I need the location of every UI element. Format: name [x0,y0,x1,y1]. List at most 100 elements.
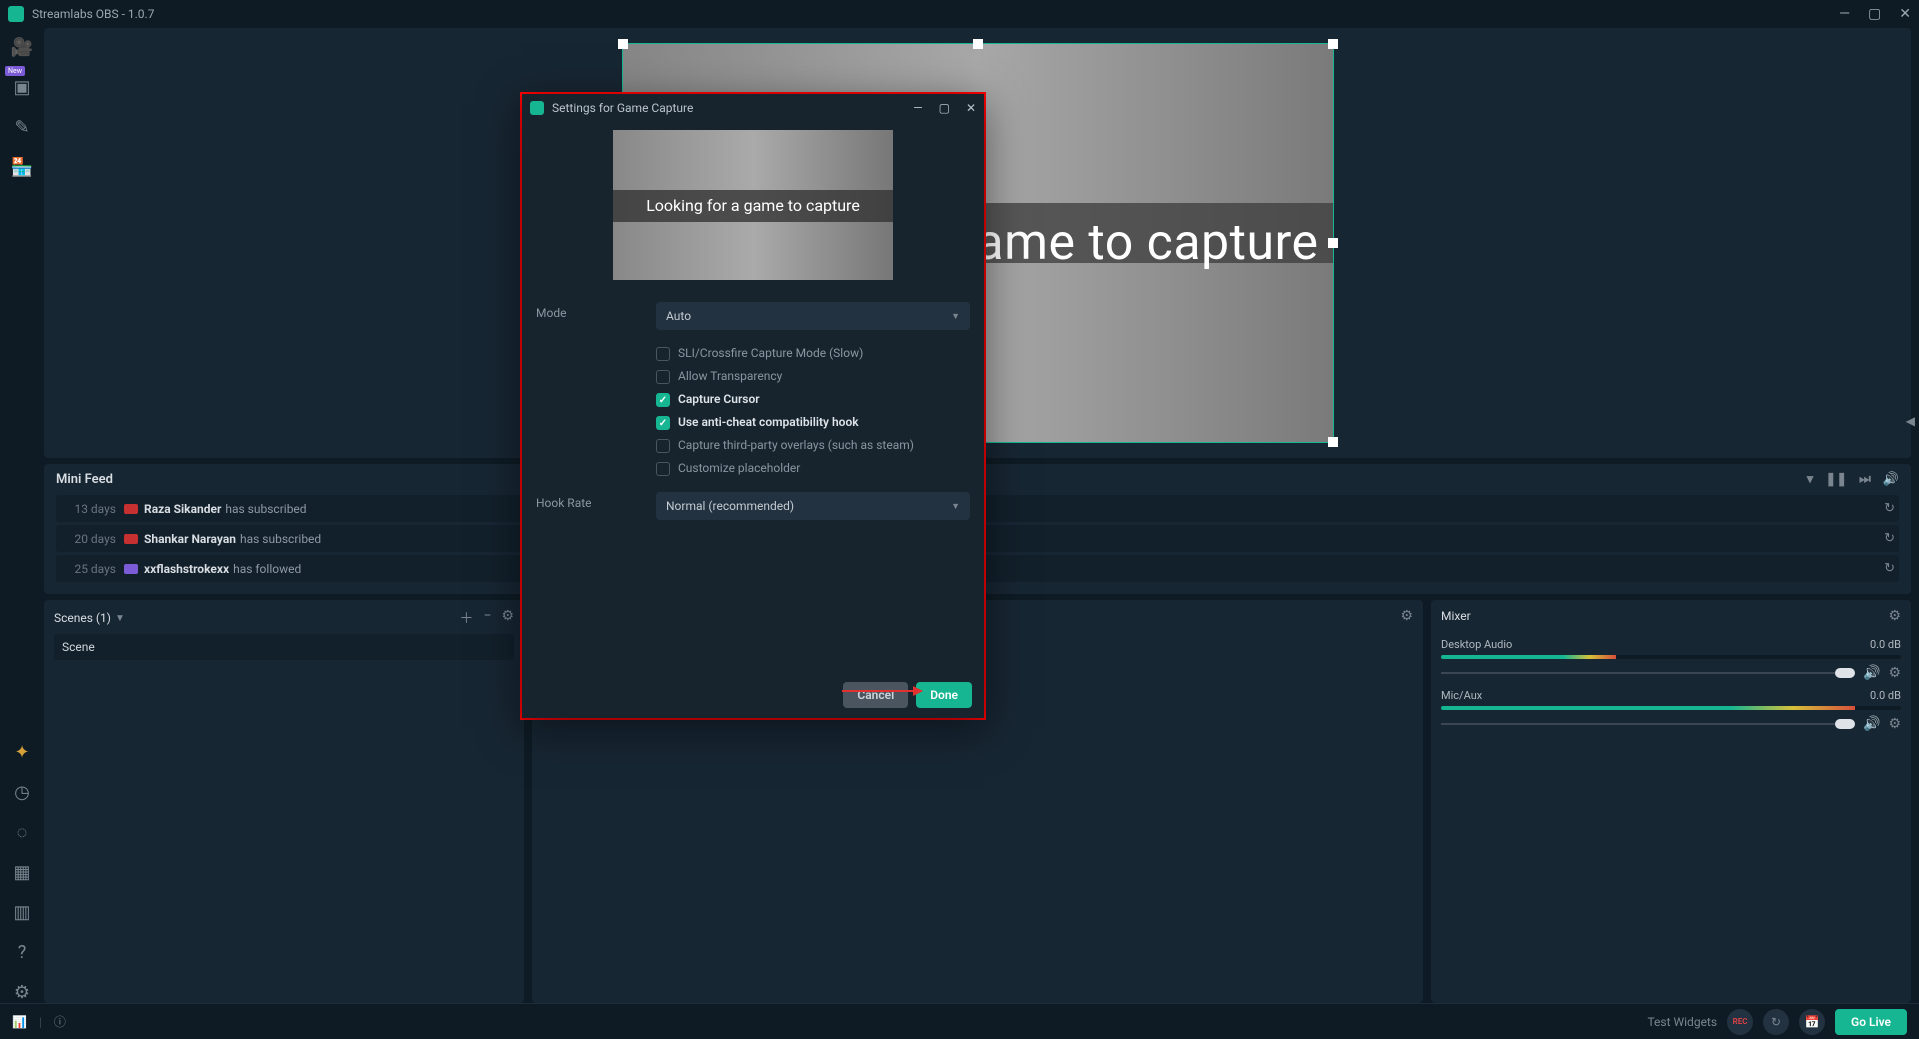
refresh-icon[interactable]: ↻ [1884,531,1895,546]
mixer-panel: Mixer ⚙ Desktop Audio 0.0 dB 🔊 ⚙ Mic/Aux… [1431,600,1911,1003]
chat-icon[interactable]: ◌ [11,821,33,843]
scene-settings-icon[interactable]: ⚙ [501,608,514,628]
modal-maximize-icon[interactable]: ▢ [939,101,950,115]
feed-action: has subscribed [225,502,306,516]
refresh-icon[interactable]: ↻ [1884,561,1895,576]
metrics-icon[interactable]: 📊 [12,1015,27,1029]
resize-handle[interactable] [618,39,628,49]
feed-user: xxflashstrokexx [144,562,229,576]
annotation-arrow-icon [842,690,922,692]
record-button[interactable]: REC [1727,1009,1753,1035]
scene-item[interactable]: Scene [54,634,514,660]
modal-footer: Cancel Done [522,672,984,718]
go-live-button[interactable]: Go Live [1835,1009,1907,1035]
mode-value: Auto [666,309,691,323]
checkbox-label: Use anti-cheat compatibility hook [678,415,859,429]
mixer-channel: Desktop Audio 0.0 dB 🔊 ⚙ [1441,638,1901,681]
twitch-icon [124,564,138,574]
volume-icon[interactable]: 🔊 [1883,472,1899,487]
hook-rate-value: Normal (recommended) [666,499,794,513]
app-store-icon[interactable]: 🏪 [11,156,33,178]
left-sidebar: 🎥 ▣ ✎ 🏪 ✦ ◷ ◌ ▦ ▥ ? ⚙ [0,28,44,1003]
checkbox-icon [656,462,670,476]
channel-db: 0.0 dB [1870,689,1901,702]
app-title-bar: Streamlabs OBS - 1.0.7 — ▢ ✕ [0,0,1919,28]
stats-icon[interactable]: ▥ [11,901,33,923]
speaker-icon[interactable]: 🔊 [1863,665,1880,681]
checkbox-option[interactable]: Capture third-party overlays (such as st… [656,434,970,457]
done-button[interactable]: Done [916,682,972,708]
channel-settings-icon[interactable]: ⚙ [1888,665,1901,681]
checkbox-label: Capture third-party overlays (such as st… [678,438,914,452]
channel-db: 0.0 dB [1870,638,1901,651]
checkbox-option[interactable]: SLI/Crossfire Capture Mode (Slow) [656,342,970,365]
channel-settings-icon[interactable]: ⚙ [1888,716,1901,732]
help-icon[interactable]: ? [11,941,33,963]
minimize-icon[interactable]: — [1839,6,1850,22]
audio-meter [1441,706,1901,710]
mode-label: Mode [536,302,656,330]
checkbox-label: Capture Cursor [678,392,760,406]
modal-title-bar: Settings for Game Capture — ▢ ✕ [522,94,984,122]
editor-icon[interactable]: 🎥 [11,36,33,58]
feed-user: Shankar Narayan [144,532,236,546]
checkbox-option[interactable]: Allow Transparency [656,365,970,388]
volume-slider[interactable] [1441,723,1855,725]
feed-user: Raza Sikander [144,502,221,516]
speaker-icon[interactable]: 🔊 [1863,716,1880,732]
filter-icon[interactable]: ▾ [1807,472,1814,487]
settings-icon[interactable]: ⚙ [11,981,33,1003]
youtube-icon [124,534,138,544]
expand-panel-icon[interactable]: ◀ [1902,410,1919,432]
feed-action: has followed [233,562,301,576]
skip-icon[interactable]: ⏭ [1859,472,1871,487]
modal-close-icon[interactable]: ✕ [966,101,976,115]
hook-rate-label: Hook Rate [536,492,656,520]
sources-settings-icon[interactable]: ⚙ [1400,608,1413,624]
game-capture-settings-modal: Settings for Game Capture — ▢ ✕ Looking … [522,94,984,718]
mixer-title: Mixer [1441,609,1471,623]
pause-icon[interactable]: ❚❚ [1825,472,1847,487]
cancel-button[interactable]: Cancel [843,682,908,708]
mixer-settings-icon[interactable]: ⚙ [1888,608,1901,624]
resize-handle[interactable] [1328,39,1338,49]
resize-handle[interactable] [1328,238,1338,248]
checkbox-icon [656,347,670,361]
modal-minimize-icon[interactable]: — [913,101,922,115]
mode-select[interactable]: Auto ▼ [656,302,970,330]
modal-preview-image: Looking for a game to capture [613,130,893,280]
feed-time: 25 days [60,562,116,576]
app-logo-icon [8,6,24,22]
close-icon[interactable]: ✕ [1899,6,1911,22]
schedule-button[interactable]: 📅 [1799,1009,1825,1035]
mixer-channel: Mic/Aux 0.0 dB 🔊 ⚙ [1441,689,1901,732]
dashboard-icon[interactable]: ▦ [11,861,33,883]
hook-rate-select[interactable]: Normal (recommended) ▼ [656,492,970,520]
checkbox-icon [656,416,670,430]
themes-icon[interactable]: ✎ [11,116,33,138]
checkbox-option[interactable]: Customize placeholder [656,457,970,480]
chevron-down-icon[interactable]: ▼ [115,613,125,624]
replay-buffer-button[interactable]: ↻ [1763,1009,1789,1035]
checkbox-label: Allow Transparency [678,369,782,383]
checkbox-option[interactable]: Capture Cursor [656,388,970,411]
modal-preview-caption: Looking for a game to capture [646,196,860,215]
window-controls: — ▢ ✕ [1839,6,1911,22]
maximize-icon[interactable]: ▢ [1868,6,1881,22]
checkbox-option[interactable]: Use anti-cheat compatibility hook [656,411,970,434]
resize-handle[interactable] [1328,437,1338,447]
checkbox-label: Customize placeholder [678,461,800,475]
volume-slider[interactable] [1441,672,1855,674]
star-icon[interactable]: ✦ [11,741,33,763]
test-widgets-button[interactable]: Test Widgets [1647,1015,1717,1029]
feed-action: has subscribed [240,532,321,546]
layouts-icon[interactable]: ▣ [11,76,33,98]
feed-time: 13 days [60,502,116,516]
info-icon[interactable]: ⓘ [54,1013,66,1030]
remove-scene-icon[interactable]: − [483,608,491,628]
globe-icon[interactable]: ◷ [11,781,33,803]
chevron-down-icon: ▼ [951,311,960,322]
add-scene-icon[interactable]: ＋ [459,608,473,628]
resize-handle[interactable] [973,39,983,49]
refresh-icon[interactable]: ↻ [1884,501,1895,516]
